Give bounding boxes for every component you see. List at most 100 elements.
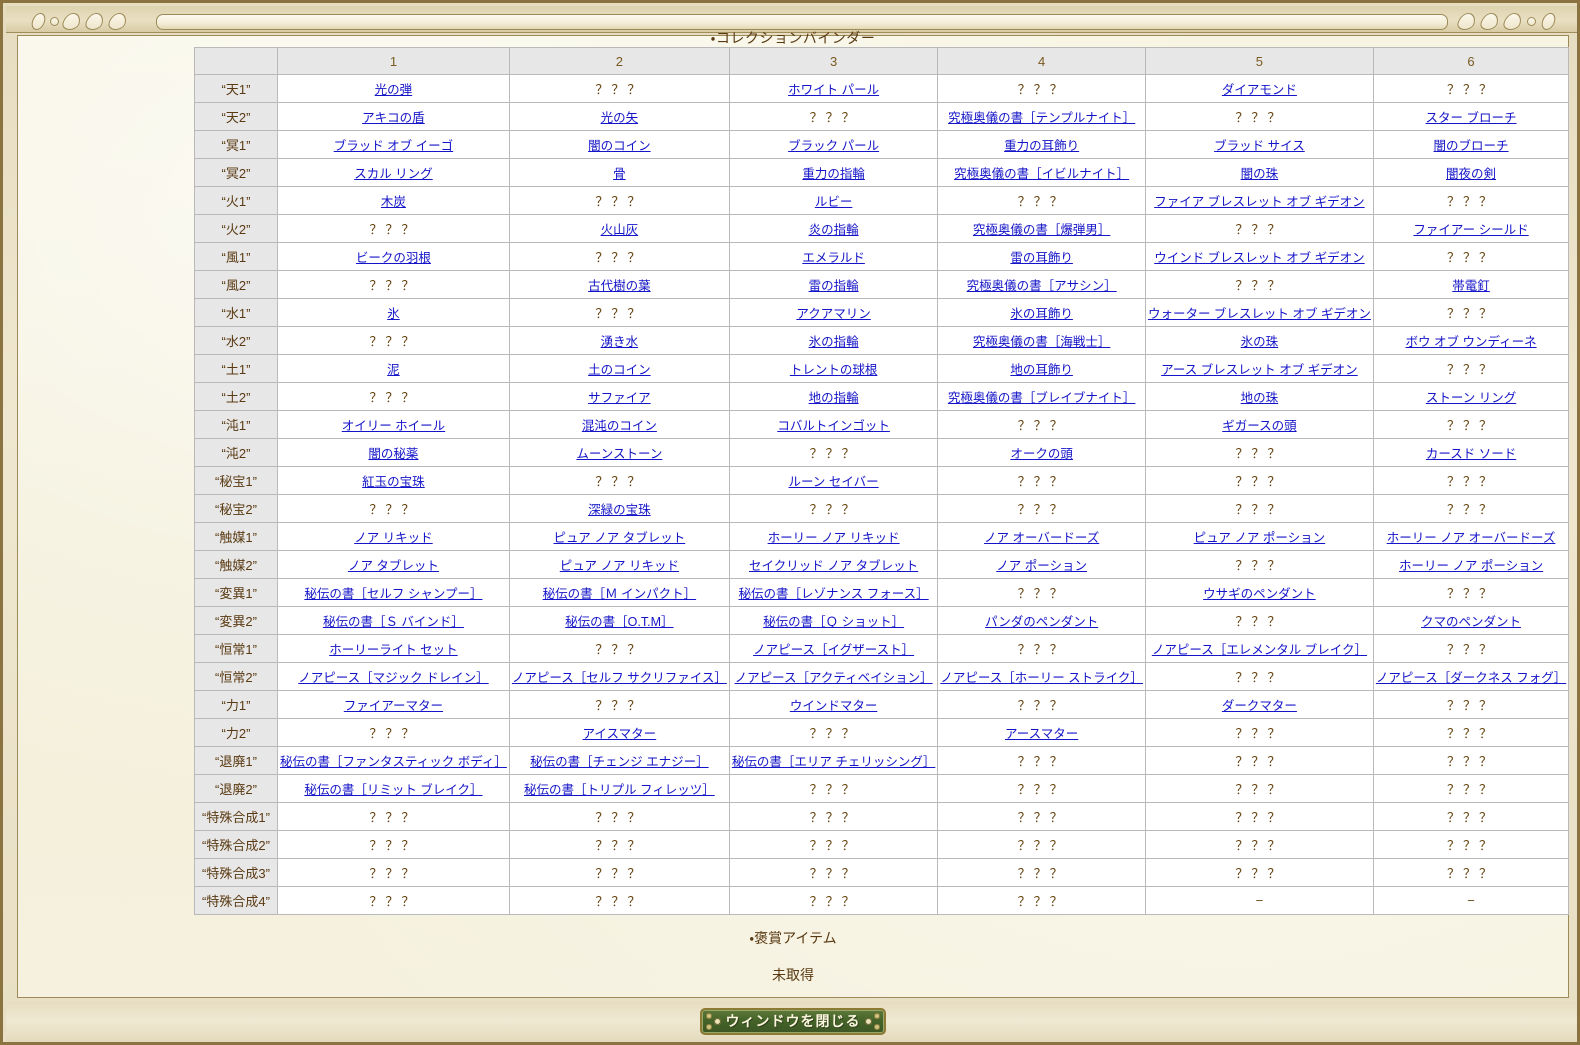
item-link[interactable]: ノアピース［ホーリー ストライク］ [940,671,1143,685]
item-link[interactable]: 古代樹の葉 [588,279,651,293]
item-link[interactable]: 秘伝の書［セルフ シャンプー］ [304,587,482,601]
item-link[interactable]: クマのペンダント [1421,615,1521,629]
item-link[interactable]: ホーリー ノア リキッド [768,531,900,545]
item-link[interactable]: スカル リング [354,167,432,181]
item-link[interactable]: 深緑の宝珠 [588,503,651,517]
item-link[interactable]: 秘伝の書［Ｑ ショット］ [763,615,904,629]
item-link[interactable]: 秘伝の書［O.T.M］ [565,615,673,629]
item-link[interactable]: ウサギのペンダント [1203,587,1316,601]
item-link[interactable]: 地の珠 [1241,391,1279,405]
item-link[interactable]: ウォーター ブレスレット オブ ギデオン [1148,307,1371,321]
item-link[interactable]: 地の耳飾り [1010,363,1073,377]
item-link[interactable]: 究極奥儀の書［爆弾男］ [973,223,1111,237]
item-link[interactable]: ルビー [815,195,853,209]
item-link[interactable]: 地の指輪 [809,391,859,405]
item-link[interactable]: パンダのペンダント [985,615,1098,629]
item-link[interactable]: オイリー ホイール [342,419,445,433]
item-link[interactable]: 秘伝の書［エリア チェリッシング］ [732,755,935,769]
item-link[interactable]: 秘伝の書［レゾナンス フォース］ [739,587,929,601]
item-link[interactable]: ノアピース［マジック ドレイン］ [298,671,488,685]
item-link[interactable]: コバルトインゴット [777,419,890,433]
item-link[interactable]: 闇の珠 [1241,167,1279,181]
item-link[interactable]: ピュア ノア リキッド [560,559,679,573]
item-link[interactable]: ウインド ブレスレット オブ ギデオン [1154,251,1364,265]
item-link[interactable]: 木炭 [381,195,406,209]
item-link[interactable]: 氷 [387,307,400,321]
item-link[interactable]: ビークの羽根 [356,251,431,265]
item-link[interactable]: ノアピース［イグザースト］ [753,643,914,657]
item-link[interactable]: ダイアモンド [1222,83,1297,97]
item-link[interactable]: ファイア ブレスレット オブ ギデオン [1154,195,1364,209]
item-link[interactable]: 光の矢 [601,111,639,125]
item-link[interactable]: 秘伝の書［Ｍ インパクト］ [543,587,696,601]
item-link[interactable]: 秘伝の書［ファンタスティック ボディ］ [280,755,507,769]
item-link[interactable]: ブラッド サイス [1214,139,1305,153]
item-link[interactable]: ウインドマター [790,699,878,713]
item-link[interactable]: ノアピース［セルフ サクリファイス］ [512,671,727,685]
item-link[interactable]: スター ブローチ [1426,111,1517,125]
item-link[interactable]: 氷の耳飾り [1010,307,1073,321]
item-link[interactable]: エメラルド [802,251,865,265]
item-link[interactable]: 氷の珠 [1241,335,1279,349]
item-link[interactable]: ノアピース［アクティベイション］ [735,671,933,685]
item-link[interactable]: ホーリー ノア オーバードーズ [1387,531,1556,545]
item-link[interactable]: 帯電釘 [1452,279,1490,293]
item-link[interactable]: ホーリー ノア ポーション [1399,559,1543,573]
item-link[interactable]: 秘伝の書［Ｓ バインド］ [323,615,464,629]
item-link[interactable]: アース ブレスレット オブ ギデオン [1161,363,1358,377]
item-link[interactable]: ピュア ノア タブレット [554,531,686,545]
item-link[interactable]: 究極奥儀の書［ブレイブナイト］ [948,391,1136,405]
item-link[interactable]: 秘伝の書［トリプル フィレッツ］ [524,783,715,797]
item-link[interactable]: 雷の耳飾り [1010,251,1073,265]
item-link[interactable]: 重力の指輪 [802,167,865,181]
item-link[interactable]: ファイアーマター [344,699,443,713]
item-link[interactable]: 闇のコイン [588,139,651,153]
item-link[interactable]: ノア タブレット [348,559,439,573]
item-link[interactable]: アイスマター [583,727,657,741]
item-link[interactable]: 闇の秘薬 [368,447,418,461]
item-link[interactable]: 闇夜の剣 [1446,167,1496,181]
item-link[interactable]: トレントの球根 [790,363,878,377]
item-link[interactable]: ノアピース［ダークネス フォグ］ [1376,671,1566,685]
item-link[interactable]: 混沌のコイン [582,419,657,433]
item-link[interactable]: ノア リキッド [354,531,432,545]
item-link[interactable]: ホーリーライト セット [329,643,457,657]
item-link[interactable]: 雷の指輪 [809,279,859,293]
item-link[interactable]: ブラッド オブ イーゴ [334,139,453,153]
item-link[interactable]: 泥 [387,363,400,377]
item-link[interactable]: ムーンストーン [576,447,662,461]
item-link[interactable]: ギガースの頭 [1222,419,1296,433]
item-link[interactable]: 湧き水 [601,335,639,349]
item-link[interactable]: ストーン リング [1426,391,1516,405]
item-link[interactable]: アキコの盾 [362,111,425,125]
item-link[interactable]: 究極奥儀の書［イビルナイト］ [954,167,1129,181]
item-link[interactable]: 究極奥儀の書［海戦士］ [973,335,1111,349]
item-link[interactable]: 秘伝の書［チェンジ エナジー］ [530,755,708,769]
item-link[interactable]: ノア ポーション [996,559,1087,573]
item-link[interactable]: ノア オーバードーズ [984,531,1099,545]
item-link[interactable]: セイクリッド ノア タブレット [749,559,918,573]
item-link[interactable]: アクアマリン [796,307,870,321]
item-link[interactable]: ブラック パール [788,139,879,153]
item-link[interactable]: 炎の指輪 [809,223,859,237]
item-link[interactable]: 重力の耳飾り [1004,139,1079,153]
close-window-button[interactable]: ウィンドウを閉じる [700,1008,886,1035]
item-link[interactable]: サファイア [588,391,651,405]
item-link[interactable]: オークの頭 [1010,447,1073,461]
item-link[interactable]: ボウ オブ ウンディーネ [1406,335,1537,349]
item-link[interactable]: ルーン セイバー [789,475,879,489]
item-link[interactable]: ホワイト パール [788,83,879,97]
item-link[interactable]: 氷の指輪 [809,335,859,349]
item-link[interactable]: 紅玉の宝珠 [362,475,425,489]
item-link[interactable]: 土のコイン [588,363,651,377]
item-link[interactable]: 骨 [613,167,626,181]
item-link[interactable]: 闇のブローチ [1434,139,1509,153]
item-link[interactable]: 秘伝の書［リミット ブレイク］ [304,783,482,797]
item-link[interactable]: アースマター [1005,727,1078,741]
item-link[interactable]: ダークマター [1222,699,1297,713]
item-link[interactable]: ファイアー シールド [1413,223,1528,237]
item-link[interactable]: 究極奥儀の書［テンプルナイト］ [948,111,1135,125]
item-link[interactable]: ノアピース［エレメンタル ブレイク］ [1152,643,1367,657]
item-link[interactable]: カースド ソード [1426,447,1516,461]
item-link[interactable]: 究極奥儀の書［アサシン］ [967,279,1117,293]
